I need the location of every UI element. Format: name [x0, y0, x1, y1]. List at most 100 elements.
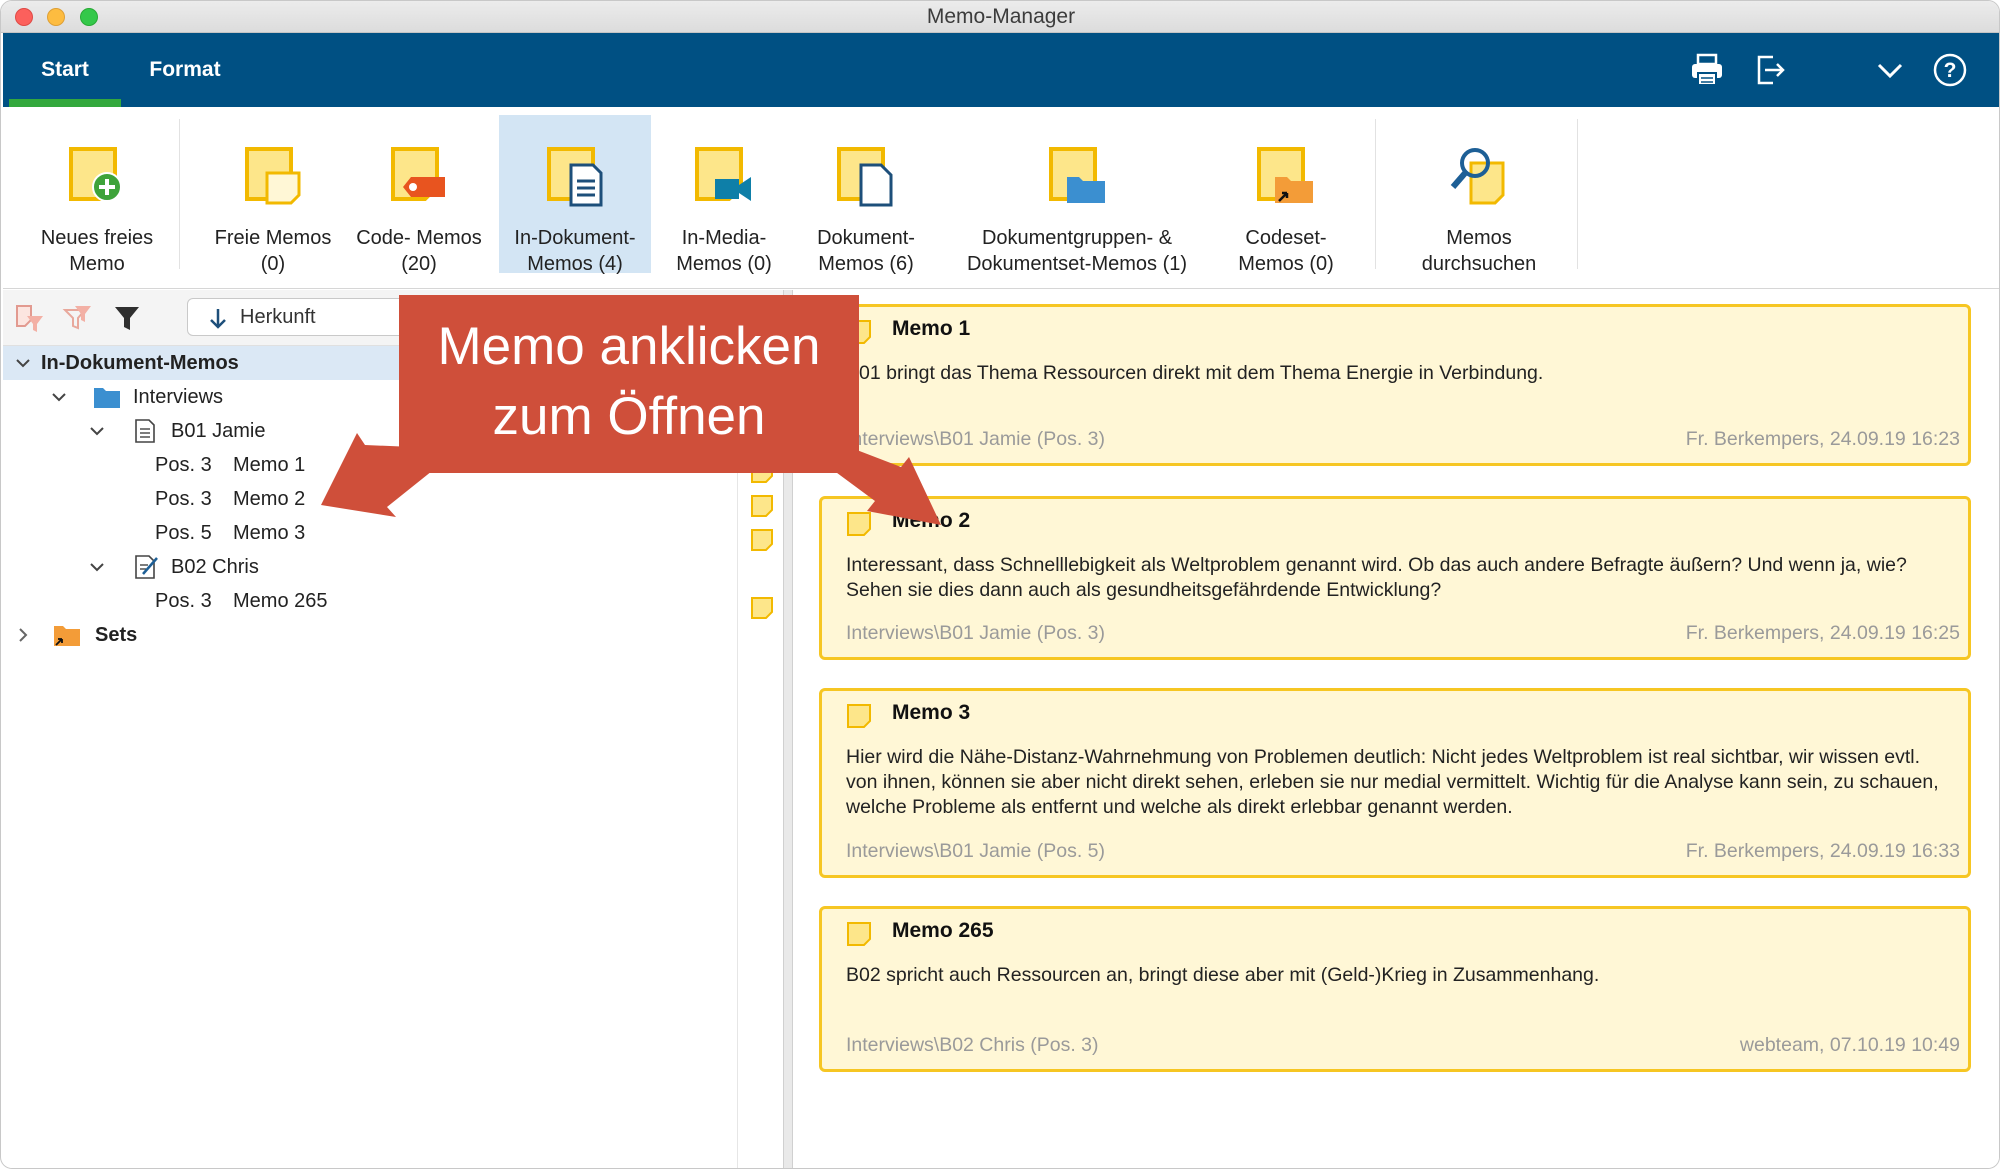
chevron-right-icon[interactable]	[15, 627, 31, 643]
help-icon[interactable]: ?	[1931, 51, 1969, 89]
in-media-memos-label-2: Memos (0)	[676, 253, 772, 275]
tree-memo-item[interactable]: Pos. 3 Memo 265	[3, 584, 401, 618]
window-title: Memo-Manager	[926, 5, 1076, 28]
chevron-down-icon[interactable]	[1871, 51, 1909, 89]
print-icon[interactable]	[1688, 51, 1726, 89]
codeset-memos-button[interactable]: Codeset- Memos (0)	[1221, 115, 1351, 275]
tree-root-label: In-Dokument-Memos	[41, 352, 239, 374]
codeset-memos-label-2: Memos (0)	[1238, 253, 1334, 275]
memo-text: Hier wird die Nähe-Distanz-Wahrnehmung v…	[846, 746, 1939, 818]
toolbar-divider	[1375, 119, 1376, 269]
in-document-memos-label-2: Memos (4)	[527, 253, 623, 275]
memo-author-date: webteam, 07.10.19 10:49	[1739, 1034, 1960, 1056]
document-group-set-memos-button[interactable]: Dokumentgruppen- & Dokumentset-Memos (1)	[955, 115, 1199, 275]
document-memos-button[interactable]: Dokument- Memos (6)	[801, 115, 931, 275]
memo-title: Memo 265	[892, 919, 994, 942]
memo-icon	[847, 922, 871, 946]
memo-name: Memo 2	[233, 488, 306, 510]
chevron-down-icon[interactable]	[51, 389, 67, 405]
document-group-memos-label-2: Dokumentset-Memos (1)	[966, 253, 1188, 275]
document-group-memos-label-1: Dokumentgruppen- &	[981, 227, 1173, 249]
memo-source: Interviews\B02 Chris (Pos. 3)	[846, 1034, 1099, 1056]
sort-herkunft-button[interactable]: Herkunft	[187, 298, 407, 336]
search-memos-icon	[1450, 148, 1505, 205]
free-memos-icon	[245, 147, 301, 205]
tree-root[interactable]: In-Dokument-Memos	[3, 346, 401, 380]
in-media-memos-label-1: In-Media-	[681, 227, 767, 249]
toolbar-divider	[1577, 119, 1578, 269]
tree-doc-b02[interactable]: B02 Chris	[3, 550, 401, 584]
memo-position: Pos. 3	[155, 590, 212, 612]
memo-text: Interessant, dass Schnelllebigkeit als W…	[846, 554, 1907, 601]
edited-document-icon	[135, 555, 158, 579]
tab-start[interactable]: Start	[9, 33, 121, 107]
filter-icon[interactable]	[111, 302, 143, 334]
in-media-memos-button[interactable]: In-Media- Memos (0)	[659, 115, 789, 275]
memo-text: B02 spricht auch Ressourcen an, bringt d…	[846, 964, 1600, 986]
codeset-memos-label-1: Codeset-	[1245, 227, 1327, 249]
free-memos-label-2: (0)	[260, 253, 286, 275]
export-icon[interactable]	[1751, 51, 1789, 89]
tree-memo-item[interactable]: Pos. 5 Memo 3	[3, 516, 401, 550]
free-memos-label-1: Freie Memos	[214, 227, 332, 249]
folder-icon	[94, 388, 120, 408]
chevron-down-icon[interactable]	[89, 423, 105, 439]
memo-icon	[847, 512, 871, 536]
in-document-memos-button[interactable]: In-Dokument- Memos (4)	[499, 115, 651, 275]
filter-memo-icon[interactable]	[13, 302, 45, 334]
document-memos-label-2: Memos (6)	[818, 253, 914, 275]
chevron-down-icon[interactable]	[89, 559, 105, 575]
memo-title: Memo 3	[892, 701, 971, 724]
new-free-memo-button[interactable]: Neues freies Memo	[7, 115, 187, 275]
new-free-memo-label-2: Memo	[69, 253, 125, 275]
memo-card[interactable]: Memo 2 Interessant, dass Schnelllebigkei…	[819, 496, 1971, 660]
document-memos-icon	[837, 147, 893, 207]
document-memos-label-1: Dokument-	[817, 227, 915, 249]
memo-position: Pos. 3	[155, 454, 212, 476]
memo-title: Memo 1	[892, 317, 971, 340]
memo-position: Pos. 3	[155, 488, 212, 510]
memo-card[interactable]: Memo 3 Hier wird die Nähe-Distanz-Wahrne…	[819, 688, 1971, 878]
code-memos-button[interactable]: Code- Memos (20)	[347, 115, 491, 275]
memo-card[interactable]: Memo 265 B02 spricht auch Ressourcen an,…	[819, 906, 1971, 1072]
in-document-memos-label-1: In-Dokument-	[514, 227, 636, 249]
search-memos-button[interactable]: Memos durchsuchen	[1383, 115, 1575, 275]
memo-icon[interactable]	[750, 596, 774, 620]
tree-sets-label: Sets	[95, 624, 138, 646]
set-folder-icon	[54, 626, 80, 646]
memo-author-date: Fr. Berkempers, 24.09.19 16:23	[1685, 428, 1960, 450]
in-document-memos-icon	[547, 147, 603, 207]
tree-memo-item[interactable]: Pos. 3 Memo 1	[3, 448, 401, 482]
filter-reset-icon[interactable]	[61, 302, 93, 334]
new-memo-icon	[69, 147, 122, 202]
memo-manager-window: Memo-Manager Start Format ? Neues freies…	[0, 0, 2000, 1169]
code-memos-label-2: (20)	[401, 253, 437, 275]
new-free-memo-label-1: Neues freies	[40, 227, 154, 249]
tree-doc-label: B02 Chris	[171, 556, 259, 578]
memo-icon[interactable]	[750, 528, 774, 552]
memo-icon[interactable]	[750, 494, 774, 518]
codeset-memos-icon	[1257, 147, 1313, 203]
tab-format[interactable]: Format	[128, 33, 242, 107]
search-memos-label-2: durchsuchen	[1421, 253, 1537, 275]
title-bar: Memo-Manager	[1, 1, 1999, 33]
tree-sets[interactable]: Sets	[3, 618, 401, 652]
tree-memo-item[interactable]: Pos. 3 Memo 2	[3, 482, 401, 516]
in-media-memos-icon	[695, 147, 751, 201]
memo-author-date: Fr. Berkempers, 24.09.19 16:25	[1685, 622, 1960, 644]
memo-title: Memo 2	[892, 509, 971, 532]
memo-card-list: Memo 1 B01 bringt das Thema Ressourcen d…	[793, 290, 1999, 1168]
search-memos-label-1: Memos	[1446, 227, 1512, 249]
callout-line-2: zum Öffnen	[492, 387, 766, 446]
document-group-memos-icon	[1049, 147, 1105, 203]
memo-text: B01 bringt das Thema Ressourcen direkt m…	[846, 362, 1544, 384]
tree-doc-b01[interactable]: B01 Jamie	[3, 414, 401, 448]
tree-group-label: Interviews	[133, 386, 224, 408]
tree-group-interviews[interactable]: Interviews	[3, 380, 401, 414]
chevron-down-icon[interactable]	[15, 355, 31, 371]
code-memos-icon	[391, 147, 445, 201]
free-memos-button[interactable]: Freie Memos (0)	[201, 115, 345, 275]
memo-card[interactable]: Memo 1 B01 bringt das Thema Ressourcen d…	[819, 304, 1971, 466]
memo-icon	[847, 704, 871, 728]
memo-source: Interviews\B01 Jamie (Pos. 3)	[846, 428, 1106, 450]
